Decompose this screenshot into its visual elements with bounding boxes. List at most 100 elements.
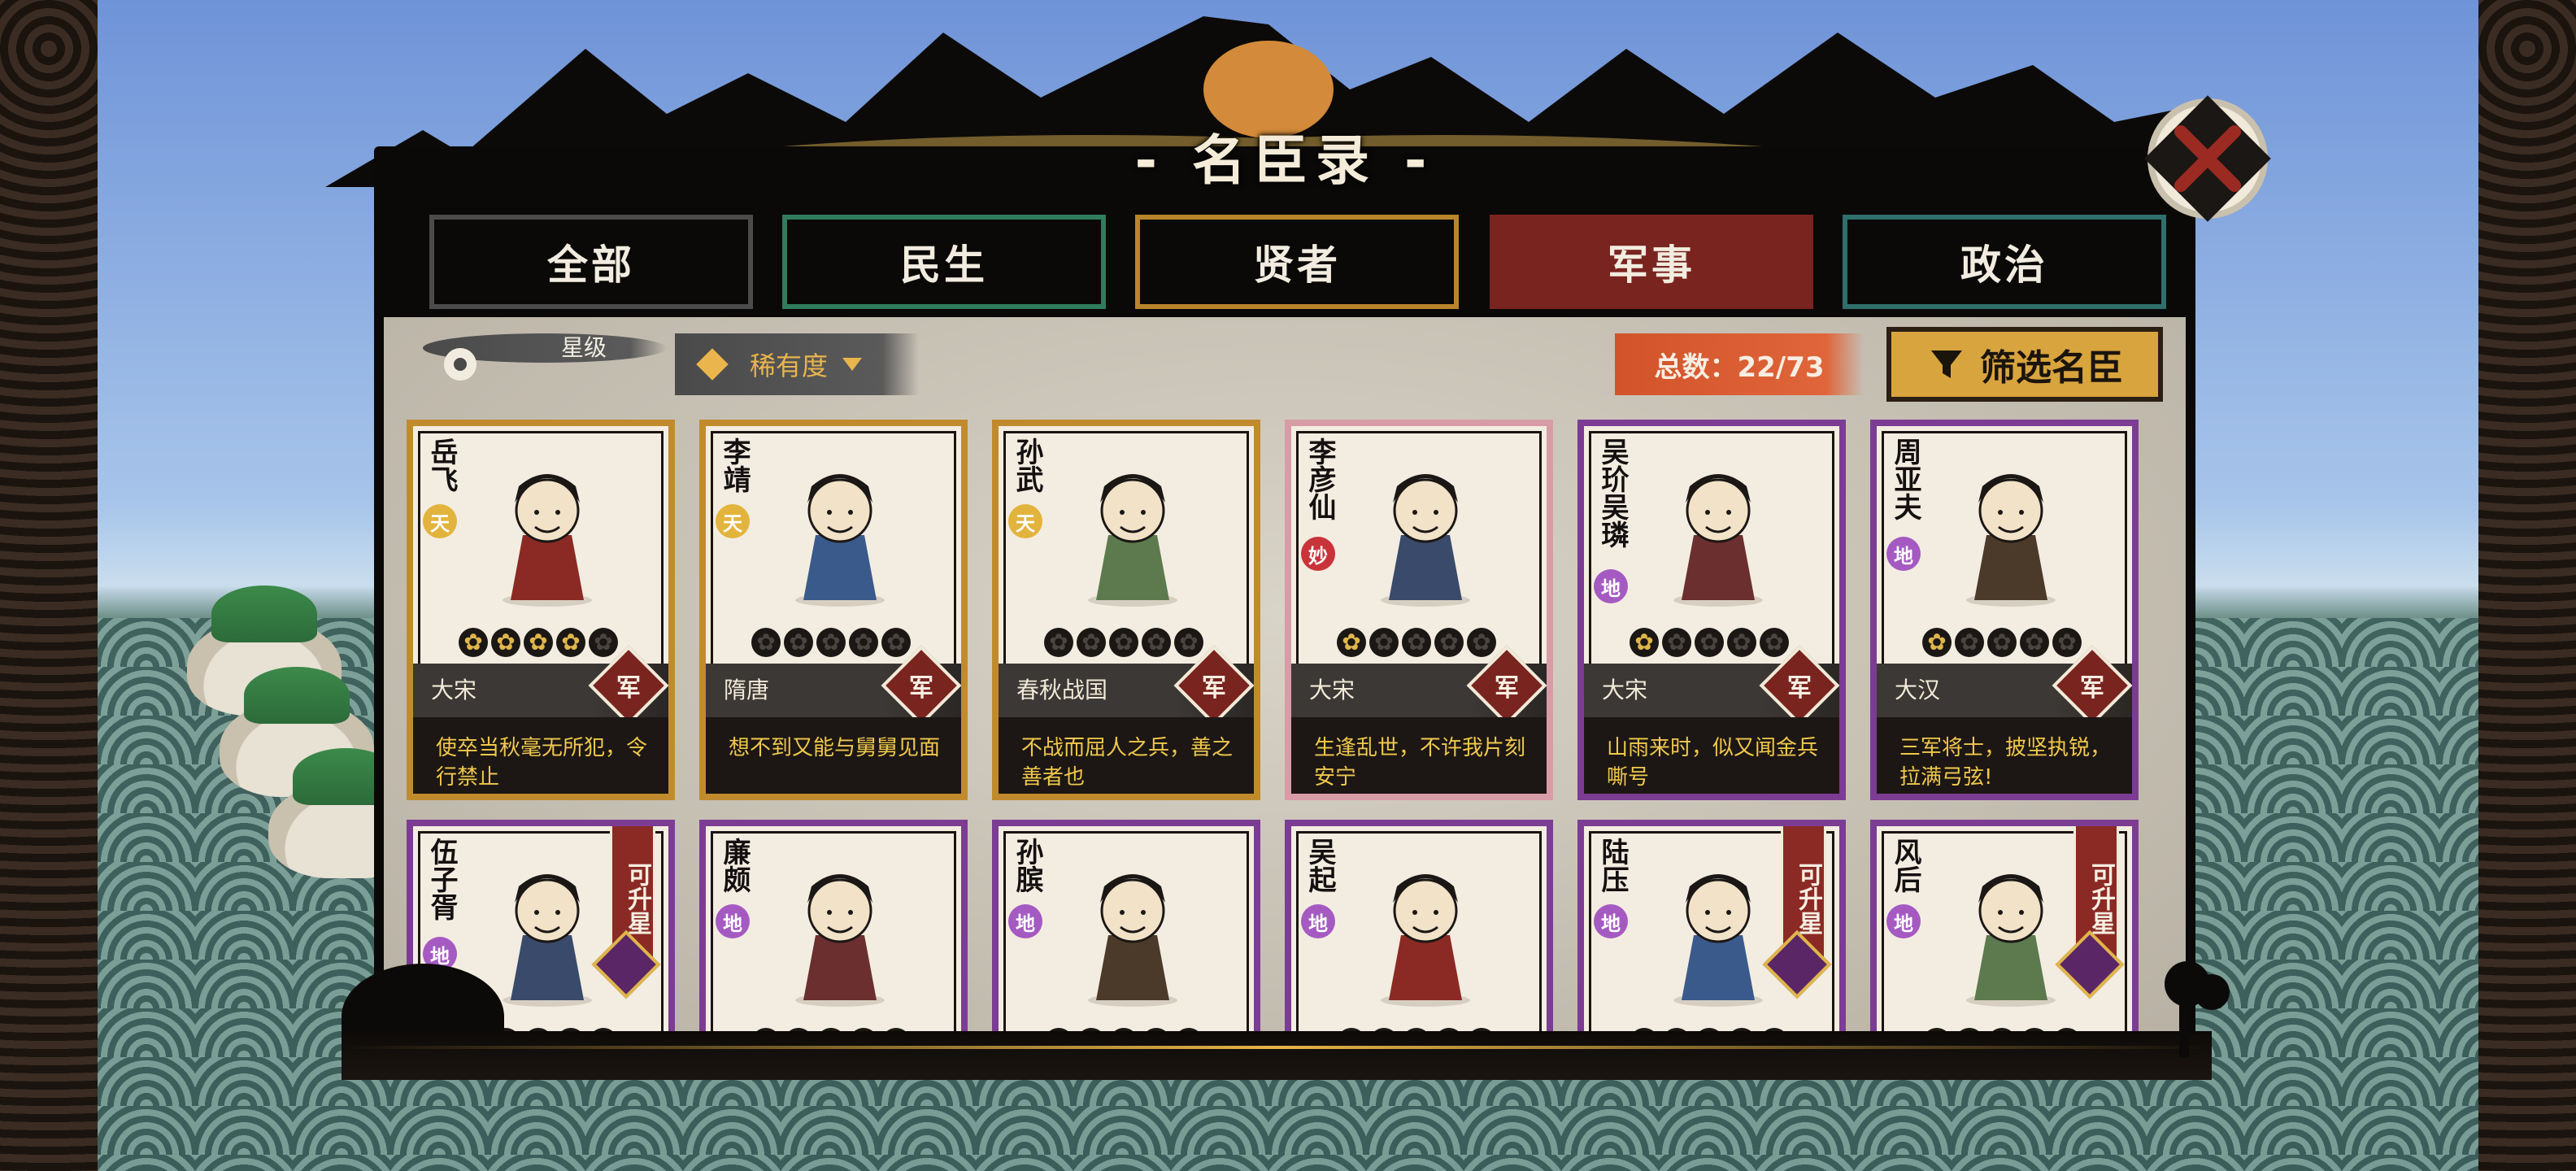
close-icon[interactable] — [2130, 81, 2285, 236]
filter-ministers-button[interactable]: 筛选名臣 — [1886, 327, 2163, 402]
minister-name: 吴起 — [1303, 838, 1336, 893]
minister-card[interactable]: 李靖天 ✿ ✿ ✿ ✿ ✿ 隋唐军想不到又能与舅舅见面 — [699, 420, 968, 800]
star-icon: ✿ — [1142, 628, 1171, 657]
minister-name: 伍子胥 — [425, 838, 458, 921]
star-icon: ✿ — [1077, 628, 1106, 657]
star-icon: ✿ — [816, 628, 846, 657]
minister-card[interactable]: 李彦仙妙 ✿ ✿ ✿ ✿ ✿ 大宋军生逢乱世，不许我片刻安宁 — [1285, 420, 1553, 800]
minister-quote: 三军将士，披坚执锐，拉满弓弦! — [1877, 717, 2132, 794]
star-icon: ✿ — [1434, 628, 1464, 657]
star-level-label: 星级 — [560, 334, 607, 361]
star-icon: ✿ — [784, 628, 813, 657]
right-decorative-border — [2478, 0, 2576, 1171]
star-rating: ✿✿✿✿✿ — [1922, 628, 2101, 660]
military-badge-label: 军 — [1787, 674, 1812, 703]
rarity-sort[interactable]: 稀有度 — [675, 333, 919, 395]
rarity-label: 稀有度 — [750, 350, 829, 381]
minister-card[interactable]: 风后地✿✿✿✿✿可升星 — [1870, 820, 2139, 1047]
minister-name: 李靖 — [718, 437, 751, 493]
star-icon: ✿ — [1630, 628, 1659, 657]
minister-name: 孙武 — [1011, 437, 1043, 493]
portrait-icon — [795, 874, 885, 1007]
minister-quote: 想不到又能与舅舅见面 — [706, 717, 961, 794]
military-badge-label: 军 — [909, 674, 933, 703]
star-icon: ✿ — [1402, 628, 1431, 657]
portrait-icon — [503, 874, 592, 1007]
portrait-icon — [1088, 874, 1177, 1007]
minister-quote: 使卒当秋毫无所犯，令行禁止 — [413, 717, 668, 794]
minister-card[interactable]: 廉颇地✿✿✿✿✿ — [699, 820, 968, 1047]
star-rating: ✿✿✿✿✿ — [1044, 628, 1223, 660]
minister-card[interactable]: 吴玠吴璘地 ✿ ✿ ✿ ✿ ✿ 大宋军山雨来时，似又闻金兵嘶号 — [1577, 420, 1846, 800]
minister-card[interactable]: 岳飞天 ✿ ✿ ✿ ✿ ✿ 大宋军使卒当秋毫无所犯，令行禁止 — [407, 420, 675, 800]
grade-badge: 地 — [1886, 537, 1921, 571]
portrait-icon — [503, 474, 592, 607]
minister-name: 李彦仙 — [1303, 437, 1336, 520]
grade-badge: 地 — [1594, 904, 1628, 938]
minister-card[interactable]: 孙武天 ✿ ✿ ✿ ✿ ✿ 春秋战国军不战而屈人之兵，善之善者也 — [992, 420, 1260, 800]
flower-star-icon — [444, 348, 476, 381]
minister-name: 周亚夫 — [1889, 437, 1921, 520]
tab-politics[interactable]: 政治 — [1843, 215, 2166, 309]
military-badge-label: 军 — [1495, 674, 1519, 703]
minister-name: 风后 — [1889, 838, 1921, 893]
tab-all[interactable]: 全部 — [429, 215, 753, 309]
minister-name: 吴玠吴璘 — [1596, 437, 1629, 548]
star-icon: ✿ — [589, 628, 618, 657]
left-decorative-border — [0, 0, 98, 1171]
portrait-icon — [1381, 874, 1470, 1007]
star-icon: ✿ — [849, 628, 878, 657]
minister-name: 廉颇 — [718, 838, 751, 893]
grade-badge: 地 — [716, 904, 750, 938]
portrait-icon — [1966, 874, 2056, 1007]
minister-name: 陆压 — [1596, 838, 1629, 893]
total-count: 总数：22/73 — [1615, 333, 1864, 395]
star-rating: ✿✿✿✿✿ — [1630, 628, 1808, 660]
star-icon: ✿ — [751, 628, 781, 657]
star-icon: ✿ — [1922, 628, 1952, 657]
star-icon: ✿ — [1174, 628, 1203, 657]
page-title: - 名臣录 - — [1134, 129, 1435, 192]
military-badge-label: 军 — [2080, 674, 2104, 703]
star-rating: ✿✿✿✿✿ — [459, 628, 637, 660]
pine-tree-icon — [2165, 961, 2230, 1057]
star-level-sort[interactable]: 星级 — [423, 333, 667, 381]
star-icon: ✿ — [1760, 628, 1789, 657]
minister-card[interactable]: 周亚夫地 ✿ ✿ ✿ ✿ ✿ 大汉军三军将士，披坚执锐，拉满弓弦! — [1870, 420, 2139, 800]
grade-badge: 地 — [1594, 569, 1628, 603]
grade-badge: 天 — [716, 504, 750, 538]
minister-quote: 山雨来时，似又闻金兵嘶号 — [1584, 717, 1839, 794]
star-icon: ✿ — [1695, 628, 1724, 657]
star-icon: ✿ — [459, 628, 488, 657]
minister-quote: 不战而屈人之兵，善之善者也 — [999, 717, 1254, 794]
tab-sage[interactable]: 贤者 — [1135, 215, 1459, 309]
star-icon: ✿ — [881, 628, 911, 657]
military-badge-label: 军 — [1202, 674, 1226, 703]
star-icon: ✿ — [1987, 628, 2017, 657]
grade-badge: 地 — [1301, 904, 1335, 938]
star-icon: ✿ — [1955, 628, 1984, 657]
portrait-icon — [1088, 474, 1177, 607]
tab-livelihood[interactable]: 民生 — [782, 215, 1106, 309]
star-icon: ✿ — [1109, 628, 1138, 657]
minister-quote: 生逢乱世，不许我片刻安宁 — [1291, 717, 1547, 794]
tab-military[interactable]: 军事 — [1490, 215, 1813, 309]
filter-funnel-icon — [1931, 350, 1962, 378]
star-icon: ✿ — [2020, 628, 2049, 657]
star-icon: ✿ — [524, 628, 553, 657]
minister-card[interactable]: 陆压地✿✿✿✿✿可升星 — [1577, 820, 1846, 1047]
portrait-icon — [1966, 474, 2056, 607]
military-badge-label: 军 — [616, 674, 641, 703]
star-icon: ✿ — [1467, 628, 1496, 657]
star-icon: ✿ — [1369, 628, 1399, 657]
star-rating: ✿✿✿✿✿ — [1337, 628, 1516, 660]
star-icon: ✿ — [1662, 628, 1691, 657]
minister-name: 孙膑 — [1011, 838, 1043, 893]
portrait-icon — [1673, 474, 1763, 607]
grade-badge: 天 — [1008, 504, 1042, 538]
portrait-icon — [1673, 874, 1763, 1007]
star-icon: ✿ — [491, 628, 520, 657]
minister-card[interactable]: 孙膑地✿✿✿✿✿ — [992, 820, 1260, 1047]
grade-badge: 地 — [1886, 904, 1921, 938]
minister-card[interactable]: 吴起地✿✿✿✿✿ — [1285, 820, 1553, 1047]
